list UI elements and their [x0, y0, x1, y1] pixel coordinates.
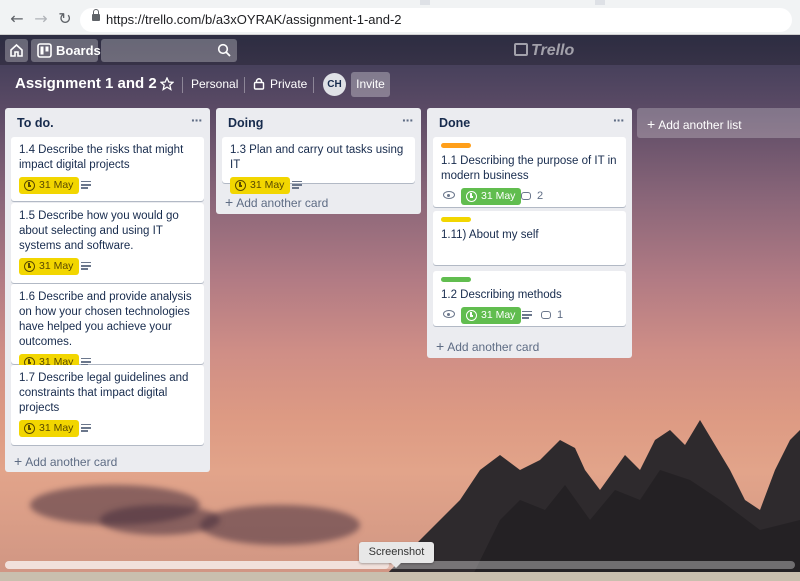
comment-icon	[521, 192, 531, 200]
due-date-badge[interactable]: 31 May	[19, 258, 80, 275]
card[interactable]: 1.11) About my self	[433, 211, 626, 265]
star-icon[interactable]	[160, 77, 174, 91]
add-card-label: Add another card	[236, 196, 329, 210]
search-input[interactable]	[101, 39, 237, 62]
due-date-badge[interactable]: 31 May	[19, 420, 80, 437]
eye-icon	[443, 191, 455, 199]
due-date-text: 31 May	[39, 179, 74, 191]
add-card-button[interactable]: + Add another card	[436, 338, 539, 354]
due-date-badge[interactable]: 31 May	[461, 307, 522, 324]
card-title: 1.3 Plan and carry out tasks using IT	[230, 144, 404, 171]
card-title: 1.2 Describing methods	[441, 289, 562, 301]
more-icon[interactable]: ···	[613, 112, 625, 128]
boards-icon	[37, 43, 52, 58]
trello-header: Boards Trello	[0, 35, 800, 65]
due-date-badge[interactable]: 31 May	[19, 177, 80, 194]
plus-icon: +	[436, 338, 445, 354]
board-title[interactable]: Assignment 1 and 2	[15, 75, 157, 92]
avatar[interactable]: CH	[323, 73, 346, 96]
more-icon[interactable]: ···	[402, 112, 414, 128]
card[interactable]: 1.1 Describing the purpose of IT in mode…	[433, 137, 626, 207]
invite-button[interactable]: Invite	[351, 72, 390, 97]
boards-button[interactable]: Boards	[31, 39, 101, 62]
card[interactable]: 1.3 Plan and carry out tasks using IT 31…	[222, 137, 415, 194]
comment-icon	[541, 311, 551, 319]
card[interactable]: 1.2 Describing methods 31 May 1	[433, 271, 626, 326]
card-title: 1.1 Describing the purpose of IT in mode…	[441, 155, 617, 182]
plus-icon: +	[647, 116, 656, 132]
add-card-label: Add another card	[25, 455, 118, 469]
card[interactable]: 1.5 Describe how you would go about sele…	[11, 203, 204, 283]
due-date-text: 31 May	[481, 190, 516, 202]
description-icon	[522, 311, 532, 320]
search-icon	[217, 43, 231, 57]
due-date-text: 31 May	[481, 309, 516, 321]
card-title: 1.5 Describe how you would go about sele…	[19, 210, 179, 252]
eye-icon	[443, 310, 455, 318]
list-title-text: Doing	[228, 116, 264, 130]
home-icon	[10, 43, 23, 57]
more-icon[interactable]: ···	[191, 112, 203, 128]
add-card-button[interactable]: + Add another card	[14, 453, 117, 469]
add-list-button[interactable]: + Add another list	[637, 108, 800, 138]
trello-logo-icon	[514, 43, 528, 56]
list-title[interactable]: To do. ···	[5, 108, 210, 138]
list-title[interactable]: Doing ···	[216, 108, 421, 138]
plus-icon: +	[14, 453, 23, 469]
boards-label: Boards	[56, 43, 101, 58]
description-icon	[292, 181, 302, 190]
green-label[interactable]	[441, 277, 471, 282]
add-list-label: Add another list	[658, 118, 742, 132]
card[interactable]: 1.7 Describe legal guidelines and constr…	[11, 365, 204, 445]
comment-count: 1	[557, 309, 564, 321]
description-icon	[81, 181, 91, 190]
list-todo: To do. ··· 1.4 Describe the risks that m…	[5, 108, 210, 472]
trello-logo-text: Trello	[531, 42, 575, 59]
plus-icon: +	[225, 194, 234, 210]
card-title: 1.11) About my self	[441, 229, 539, 241]
due-date-text: 31 May	[39, 422, 74, 434]
clock-icon	[24, 261, 35, 272]
card[interactable]: 1.6 Describe and provide analysis on how…	[11, 284, 204, 371]
due-date-text: 31 May	[250, 179, 285, 191]
tooltip: Screenshot	[359, 542, 434, 568]
card-title: 1.7 Describe legal guidelines and constr…	[19, 372, 189, 414]
card-title: 1.6 Describe and provide analysis on how…	[19, 291, 192, 348]
board-header: Assignment 1 and 2 Personal Private CH I…	[0, 66, 800, 102]
description-icon	[81, 424, 91, 433]
visibility-button[interactable]: Private	[270, 77, 307, 91]
clock-icon	[24, 423, 35, 434]
lock-icon	[253, 78, 265, 90]
due-date-badge[interactable]: 31 May	[230, 177, 291, 194]
clock-icon	[466, 191, 477, 202]
card[interactable]: 1.4 Describe the risks that might impact…	[11, 137, 204, 201]
team-button[interactable]: Personal	[191, 77, 238, 91]
card-title: 1.4 Describe the risks that might impact…	[19, 144, 184, 171]
list-title-text: To do.	[17, 116, 54, 130]
due-date-text: 31 May	[39, 260, 74, 272]
clock-icon	[24, 180, 35, 191]
yellow-label[interactable]	[441, 217, 471, 222]
orange-label[interactable]	[441, 143, 471, 148]
scrollbar-thumb[interactable]	[5, 561, 389, 569]
list-title[interactable]: Done ···	[427, 108, 632, 138]
list-doing: Doing ··· 1.3 Plan and carry out tasks u…	[216, 108, 421, 214]
trello-logo[interactable]: Trello	[514, 42, 574, 60]
clock-icon	[466, 310, 477, 321]
home-button[interactable]	[5, 39, 28, 62]
list-title-text: Done	[439, 116, 471, 130]
due-date-badge[interactable]: 31 May	[461, 188, 522, 205]
list-done: Done ··· 1.1 Describing the purpose of I…	[427, 108, 632, 358]
clock-icon	[235, 180, 246, 191]
add-card-label: Add another card	[447, 340, 540, 354]
add-card-button[interactable]: + Add another card	[225, 194, 328, 210]
bottom-strip	[0, 572, 800, 581]
description-icon	[81, 262, 91, 271]
comment-count: 2	[537, 190, 544, 202]
